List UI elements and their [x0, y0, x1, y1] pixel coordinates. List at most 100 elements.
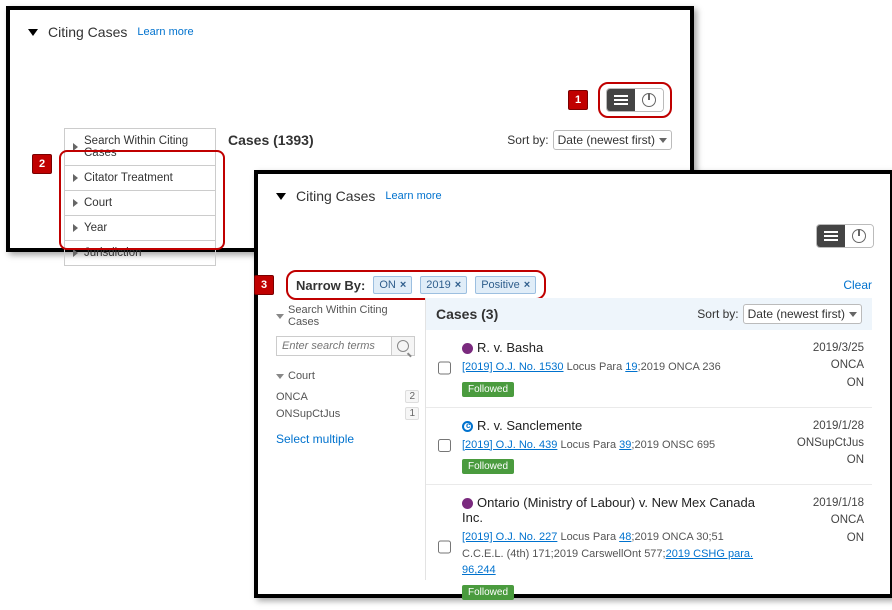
callout-badge-3: 3 — [254, 275, 274, 295]
treatment-badge: Followed — [462, 382, 514, 397]
sort-select[interactable]: Date (newest first) — [553, 130, 672, 150]
citation-line: [2019] O.J. No. 227 Locus Para 48;2019 O… — [462, 529, 756, 579]
section-label: Court — [288, 370, 315, 382]
locus-para-link[interactable]: 39 — [619, 439, 631, 451]
case-title[interactable]: R. v. Sanclemente — [462, 418, 756, 433]
case-title[interactable]: R. v. Basha — [462, 340, 756, 355]
section-label: Search Within Citing Cases — [288, 304, 419, 328]
sort-by-label: Sort by: — [507, 133, 548, 147]
sort-value: Date (newest first) — [748, 307, 845, 321]
treatment-icon — [462, 343, 473, 354]
citing-cases-header: Citing Cases Learn more — [28, 24, 672, 40]
chevron-down-icon — [276, 314, 284, 319]
locus-para-link[interactable]: 19 — [625, 361, 637, 373]
learn-more-link[interactable]: Learn more — [137, 26, 193, 38]
pie-chart-icon — [852, 229, 866, 243]
filter-court[interactable]: Court — [65, 191, 215, 216]
narrow-by-bar: 3 Narrow By: ON× 2019× Positive× Clear — [276, 270, 872, 300]
cases-count-title: Cases (3) — [436, 306, 498, 322]
facet-court-onca[interactable]: ONCA 2 — [276, 388, 419, 405]
learn-more-link[interactable]: Learn more — [385, 190, 441, 202]
locus-para-link[interactable]: 48 — [619, 531, 631, 543]
search-within-box — [276, 336, 419, 356]
result-row: Ontario (Ministry of Labour) v. New Mex … — [426, 485, 872, 610]
facet-label: ONCA — [276, 391, 308, 403]
cases-count-title: Cases (1393) — [228, 132, 314, 148]
result-checkbox[interactable] — [438, 342, 451, 394]
filter-year[interactable]: Year — [65, 216, 215, 241]
facet-court-onsupctjus[interactable]: ONSupCtJus1 — [276, 405, 419, 422]
list-icon — [824, 231, 838, 241]
collapse-icon[interactable] — [28, 29, 38, 36]
select-multiple-link[interactable]: Select multiple — [276, 422, 419, 446]
citation-link[interactable]: [2019] O.J. No. 227 — [462, 531, 557, 543]
citation-link[interactable]: [2019] O.J. No. 1530 — [462, 361, 564, 373]
chip-label: 2019 — [426, 279, 450, 291]
chart-view-button[interactable] — [845, 225, 873, 247]
treatment-badge: Followed — [462, 459, 514, 474]
chevron-right-icon — [73, 224, 78, 232]
chip-label: Positive — [481, 279, 520, 291]
filter-search-within[interactable]: Search Within Citing Cases — [65, 129, 215, 166]
facet-count: 2 — [405, 390, 419, 403]
search-icon — [397, 340, 409, 352]
view-toggle-group — [816, 224, 874, 248]
view-toggle-group: 1 — [568, 82, 672, 118]
filter-jurisdiction[interactable]: Jurisdiction — [65, 241, 215, 265]
close-icon[interactable]: × — [524, 279, 530, 291]
result-checkbox[interactable] — [438, 497, 451, 597]
filter-label: Citator Treatment — [84, 172, 173, 184]
list-view-button[interactable] — [607, 89, 635, 111]
sort-value: Date (newest first) — [558, 133, 655, 147]
pie-chart-icon — [642, 93, 656, 107]
collapse-icon[interactable] — [276, 193, 286, 200]
narrow-by-label: Narrow By: — [296, 278, 365, 293]
result-jurisdiction: ON — [764, 375, 864, 392]
chip-label: ON — [379, 279, 396, 291]
result-checkbox[interactable] — [438, 420, 451, 472]
sidebar-section-search[interactable]: Search Within Citing Cases — [276, 298, 419, 334]
close-icon[interactable]: × — [455, 279, 461, 291]
list-view-button[interactable] — [817, 225, 845, 247]
facet-label: ONSupCtJus — [276, 408, 340, 420]
chart-view-button[interactable] — [635, 89, 663, 111]
result-jurisdiction: ON — [764, 530, 864, 547]
filter-label: Year — [84, 222, 107, 234]
clear-filters-link[interactable]: Clear — [843, 278, 872, 292]
search-submit-button[interactable] — [391, 336, 415, 356]
filter-chip-jurisdiction[interactable]: ON × — [373, 276, 412, 294]
citation-link[interactable]: [2019] O.J. No. 439 — [462, 439, 557, 451]
sidebar-filters: Search Within Citing Cases Court ONCA 2 O… — [276, 298, 426, 580]
filters-panel: Search Within Citing Cases Citator Treat… — [64, 128, 216, 266]
panel-b-window: Citing Cases Learn more 3 Narrow By: ON × — [254, 170, 892, 598]
filter-chip-treatment[interactable]: Positive × — [475, 276, 536, 294]
citing-cases-header: Citing Cases Learn more — [276, 188, 872, 204]
result-jurisdiction: ON — [764, 452, 864, 469]
chevron-down-icon — [276, 374, 284, 379]
sort-select[interactable]: Date (newest first) — [743, 304, 862, 324]
chevron-right-icon — [73, 143, 78, 151]
close-icon[interactable]: × — [400, 279, 406, 291]
chevron-right-icon — [73, 199, 78, 207]
filter-label: Jurisdiction — [84, 247, 142, 259]
chevron-right-icon — [73, 249, 78, 257]
treatment-icon — [462, 498, 473, 509]
section-title: Citing Cases — [296, 188, 375, 204]
filter-citator-treatment[interactable]: Citator Treatment — [65, 166, 215, 191]
result-row: R. v. Sanclemente [2019] O.J. No. 439 Lo… — [426, 408, 872, 486]
filter-label: Court — [84, 197, 112, 209]
chevron-down-icon — [849, 312, 857, 317]
cases-header-row: Cases (3) Sort by: Date (newest first) — [426, 298, 872, 330]
search-input[interactable] — [276, 336, 391, 356]
chevron-right-icon — [73, 174, 78, 182]
result-date: 2019/3/25 — [764, 340, 864, 357]
callout-1-highlight — [598, 82, 672, 118]
citation-line: [2019] O.J. No. 1530 Locus Para 19;2019 … — [462, 359, 756, 376]
citation-line: [2019] O.J. No. 439 Locus Para 39;2019 O… — [462, 437, 756, 454]
filter-chip-year[interactable]: 2019 × — [420, 276, 467, 294]
result-court: ONCA — [764, 357, 864, 374]
cases-header-row: Cases (1393) Sort by: Date (newest first… — [228, 130, 672, 150]
sidebar-section-court[interactable]: Court — [276, 364, 419, 388]
result-meta: 2019/3/25 ONCA ON — [764, 340, 864, 397]
case-title[interactable]: Ontario (Ministry of Labour) v. New Mex … — [462, 495, 756, 525]
